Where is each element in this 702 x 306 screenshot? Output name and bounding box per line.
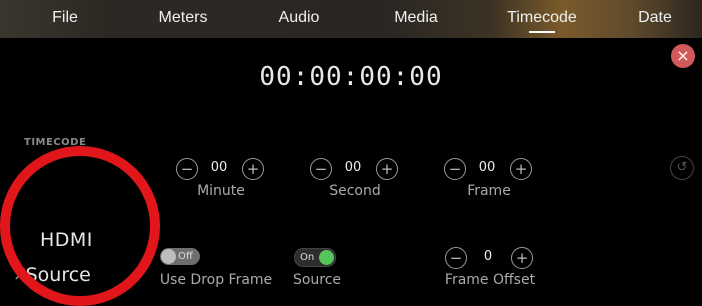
frame-offset-label: Frame Offset bbox=[444, 272, 536, 288]
toggle-knob bbox=[319, 250, 334, 265]
side-menu-source[interactable]: › Source bbox=[14, 264, 91, 286]
tab-meters[interactable]: Meters bbox=[145, 0, 221, 38]
top-menu-bar: File Meters Audio Media Timecode Date bbox=[0, 0, 702, 38]
minute-stepper: − 00 + bbox=[176, 158, 266, 182]
source-toggle[interactable]: On bbox=[294, 248, 336, 267]
chevron-right-icon: › bbox=[14, 264, 22, 286]
second-minus-icon[interactable]: − bbox=[310, 158, 332, 180]
drop-frame-toggle[interactable]: Off bbox=[160, 248, 200, 265]
tab-media[interactable]: Media bbox=[383, 0, 449, 38]
side-menu-source-label: Source bbox=[25, 264, 91, 286]
frame-offset-plus-icon[interactable]: + bbox=[511, 247, 533, 269]
drop-frame-label: Use Drop Frame bbox=[159, 272, 273, 288]
second-plus-icon[interactable]: + bbox=[376, 158, 398, 180]
frame-offset-stepper: − 0 + bbox=[445, 247, 535, 271]
minute-label: Minute bbox=[197, 183, 245, 199]
tab-file[interactable]: File bbox=[30, 0, 100, 38]
toggle-knob bbox=[161, 249, 176, 264]
timecode-display: 00:00:00:00 bbox=[259, 62, 443, 92]
frame-offset-value: 0 bbox=[483, 249, 493, 264]
frame-offset-minus-icon[interactable]: − bbox=[445, 247, 467, 269]
toggle-state: Off bbox=[178, 251, 193, 262]
frame-minus-icon[interactable]: − bbox=[444, 158, 466, 180]
toggle-state: On bbox=[300, 252, 315, 263]
reset-icon[interactable]: ↺ bbox=[670, 156, 694, 180]
second-label: Second bbox=[329, 183, 381, 199]
tab-date[interactable]: Date bbox=[625, 0, 685, 38]
frame-plus-icon[interactable]: + bbox=[510, 158, 532, 180]
frame-stepper: − 00 + bbox=[444, 158, 534, 182]
frame-value: 00 bbox=[478, 160, 496, 175]
frame-label: Frame bbox=[467, 183, 511, 199]
second-value: 00 bbox=[344, 160, 362, 175]
tab-timecode[interactable]: Timecode bbox=[495, 0, 589, 38]
minute-plus-icon[interactable]: + bbox=[242, 158, 264, 180]
minute-value: 00 bbox=[210, 160, 228, 175]
tab-audio[interactable]: Audio bbox=[266, 0, 332, 38]
minute-minus-icon[interactable]: − bbox=[176, 158, 198, 180]
section-title: TIMECODE bbox=[24, 137, 87, 148]
side-menu-hdmi[interactable]: HDMI bbox=[40, 229, 93, 251]
second-stepper: − 00 + bbox=[310, 158, 400, 182]
source-label: Source bbox=[292, 272, 342, 288]
